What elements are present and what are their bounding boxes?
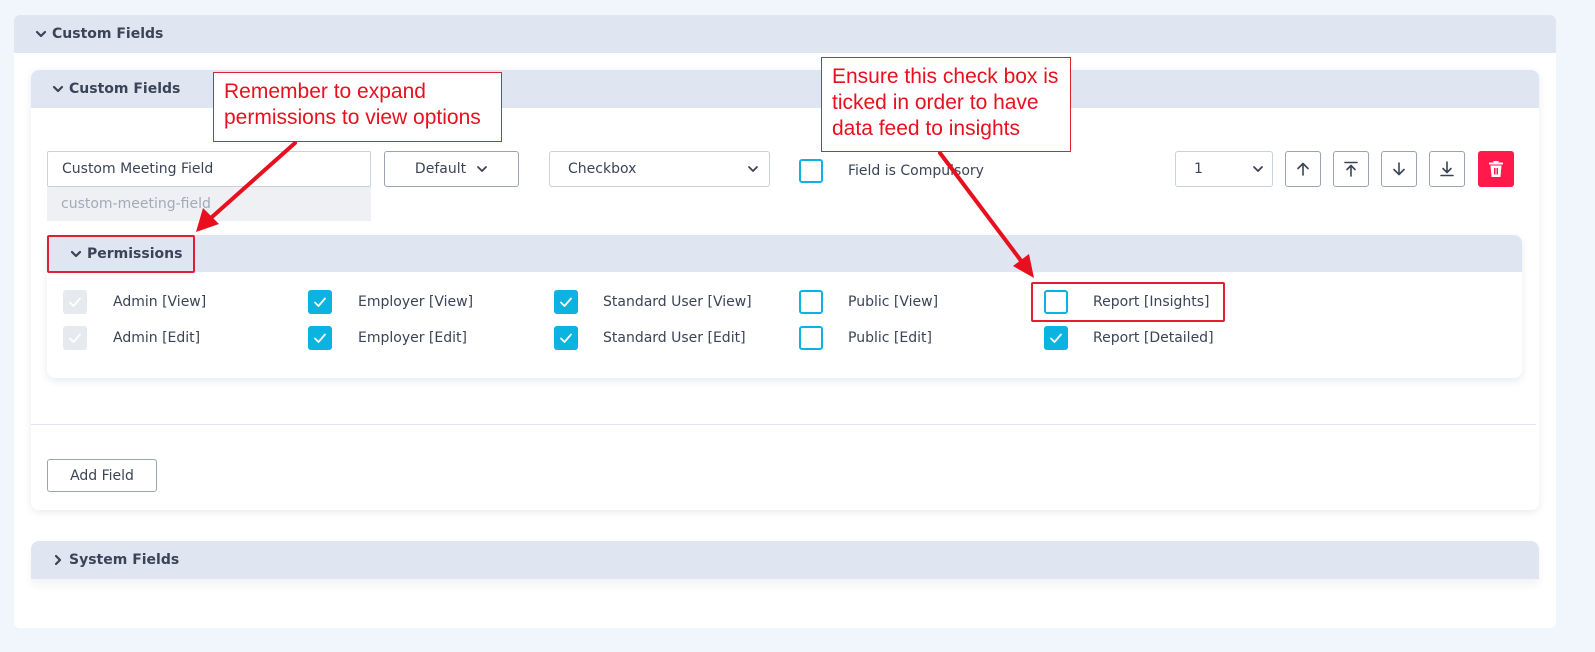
compulsory-checkbox[interactable] xyxy=(799,159,823,183)
public-view-checkbox[interactable] xyxy=(799,290,823,314)
standard-user-edit-checkbox[interactable] xyxy=(554,326,578,350)
move-bottom-button[interactable] xyxy=(1429,151,1465,187)
default-label: Default xyxy=(414,161,467,177)
move-top-button[interactable] xyxy=(1333,151,1369,187)
annotation-insights-checkbox: Ensure this check box is ticked in order… xyxy=(821,57,1071,152)
permissions-header[interactable]: Permissions xyxy=(47,235,1522,272)
arrow-down-icon xyxy=(1393,162,1405,176)
section-divider xyxy=(31,424,1536,425)
chevron-down-icon xyxy=(748,166,758,172)
employer-view-label: Employer [View] xyxy=(358,294,474,310)
public-edit-checkbox[interactable] xyxy=(799,326,823,350)
chevron-down-icon xyxy=(477,166,487,172)
default-dropdown-button[interactable]: Default xyxy=(384,151,519,187)
admin-view-label: Admin [View] xyxy=(113,294,207,310)
admin-edit-label: Admin [Edit] xyxy=(113,330,201,346)
permissions-highlight-box xyxy=(47,235,195,273)
check-icon xyxy=(314,297,326,307)
check-icon xyxy=(69,333,81,343)
report-insights-highlight-box xyxy=(1031,282,1225,322)
move-down-button[interactable] xyxy=(1381,151,1417,187)
standard-user-view-label: Standard User [View] xyxy=(603,294,752,310)
chevron-down-icon xyxy=(1253,166,1263,172)
field-type-select[interactable]: Checkbox xyxy=(549,151,770,187)
admin-edit-checkbox xyxy=(63,326,87,350)
public-view-label: Public [View] xyxy=(848,294,939,310)
compulsory-label: Field is Compulsory xyxy=(848,163,984,179)
standard-user-view-checkbox[interactable] xyxy=(554,290,578,314)
annotation-expand-permissions: Remember to expand permissions to view o… xyxy=(213,72,502,142)
employer-view-checkbox[interactable] xyxy=(308,290,332,314)
order-select[interactable]: 1 xyxy=(1175,151,1273,187)
employer-edit-checkbox[interactable] xyxy=(308,326,332,350)
check-icon xyxy=(1050,333,1062,343)
outer-section-title: Custom Fields xyxy=(52,26,164,42)
custom-fields-outer-header[interactable]: Custom Fields xyxy=(14,15,1556,53)
standard-user-edit-label: Standard User [Edit] xyxy=(603,330,746,346)
report-detailed-label: Report [Detailed] xyxy=(1093,330,1214,346)
permissions-panel: Permissions xyxy=(47,235,1522,378)
check-icon xyxy=(560,297,572,307)
chevron-right-icon xyxy=(51,553,65,567)
order-value: 1 xyxy=(1194,161,1203,177)
public-edit-label: Public [Edit] xyxy=(848,330,932,346)
arrow-to-bottom-icon xyxy=(1440,161,1454,177)
employer-edit-label: Employer [Edit] xyxy=(358,330,467,346)
arrow-up-icon xyxy=(1297,162,1309,176)
inner-section-title: Custom Fields xyxy=(69,81,181,97)
field-slug-input: custom-meeting-field xyxy=(47,187,371,221)
check-icon xyxy=(560,333,572,343)
field-type-value: Checkbox xyxy=(568,161,637,177)
trash-icon xyxy=(1489,161,1503,177)
chevron-down-icon xyxy=(34,27,48,41)
admin-view-checkbox xyxy=(63,290,87,314)
delete-field-button[interactable] xyxy=(1478,151,1514,187)
chevron-down-icon xyxy=(51,82,65,96)
arrow-to-top-icon xyxy=(1344,161,1358,177)
system-fields-header[interactable]: System Fields xyxy=(31,541,1539,579)
system-fields-title: System Fields xyxy=(69,552,180,568)
check-icon xyxy=(314,333,326,343)
report-detailed-checkbox[interactable] xyxy=(1044,326,1068,350)
move-up-button[interactable] xyxy=(1285,151,1321,187)
field-name-input[interactable]: Custom Meeting Field xyxy=(47,151,371,187)
add-field-button[interactable]: Add Field xyxy=(47,459,157,492)
check-icon xyxy=(69,297,81,307)
